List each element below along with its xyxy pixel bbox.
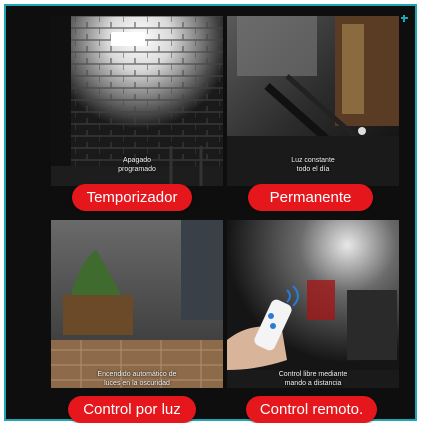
light-control-caption: Encendido automático de luces en la oscu…: [51, 370, 223, 388]
remote-control-image: [227, 220, 399, 388]
timer-mode-button[interactable]: Temporizador: [72, 184, 192, 211]
light-control-button[interactable]: Control por luz: [68, 396, 196, 423]
remote-control-caption: Control libre mediante mando a distancia: [227, 370, 399, 388]
caption-line: mando a distancia: [284, 380, 342, 387]
caption-line: programado: [118, 166, 156, 173]
caption-line: luces en la oscuridad: [104, 380, 170, 387]
product-frame: Apagado programado Luz constante todo el: [4, 4, 417, 423]
remote-control-button[interactable]: Control remoto.: [246, 396, 377, 423]
caption-line: Control libre mediante: [278, 371, 348, 378]
corner-mark-icon: [401, 15, 408, 22]
caption-line: Encendido automático de: [97, 371, 177, 378]
timer-caption: Apagado programado: [51, 156, 223, 174]
caption-line: Luz constante: [291, 157, 335, 164]
light-control-image: [51, 220, 223, 388]
permanent-caption: Luz constante todo el día: [227, 156, 399, 174]
caption-line: todo el día: [296, 166, 330, 173]
caption-line: Apagado: [122, 157, 152, 164]
permanent-mode-button[interactable]: Permanente: [248, 184, 373, 211]
